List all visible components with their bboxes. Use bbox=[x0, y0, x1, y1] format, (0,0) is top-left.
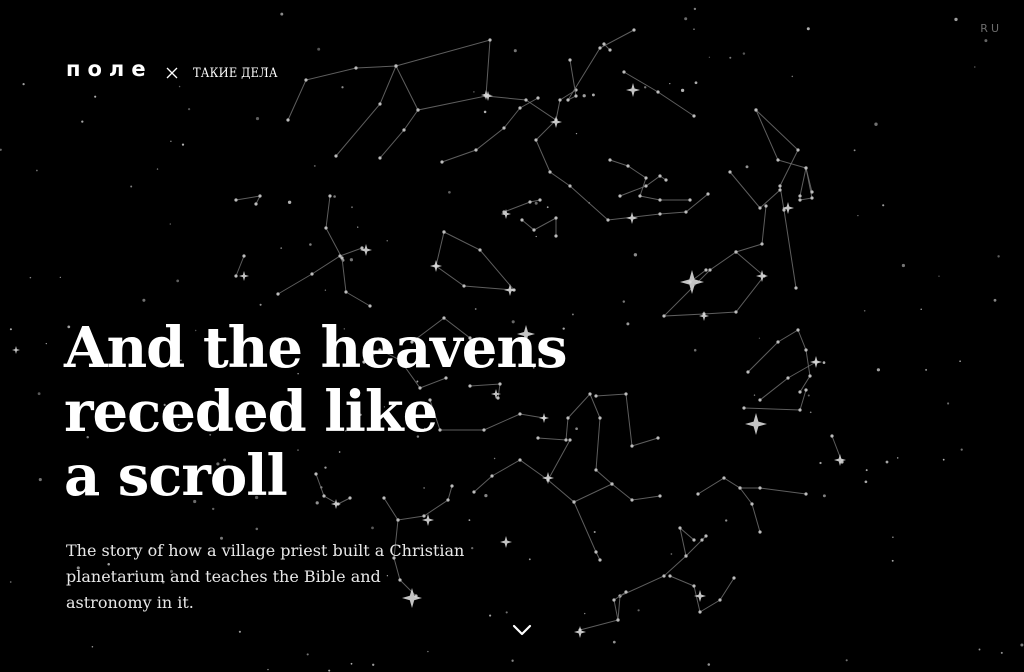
subtitle-line: planetarium and teaches the Bible and bbox=[66, 567, 381, 586]
title-line: a scroll bbox=[64, 443, 288, 509]
subtitle-line: astronomy in it. bbox=[66, 593, 194, 612]
logo-pole: поле bbox=[66, 56, 153, 81]
language-switch[interactable]: RU bbox=[980, 22, 1002, 35]
page-subtitle: The story of how a village priest built … bbox=[66, 538, 486, 616]
subtitle-line: The story of how a village priest built … bbox=[66, 541, 465, 560]
chevron-down-icon[interactable] bbox=[510, 622, 534, 638]
logo-partner: ТАКИЕ ДЕЛА bbox=[192, 65, 278, 81]
site-logo[interactable]: поле ТАКИЕ ДЕЛА bbox=[66, 56, 289, 86]
page-title: And the heavens receded like a scroll bbox=[64, 316, 624, 508]
title-line: receded like bbox=[64, 379, 438, 445]
close-icon bbox=[166, 67, 178, 79]
title-line: And the heavens bbox=[64, 315, 568, 381]
